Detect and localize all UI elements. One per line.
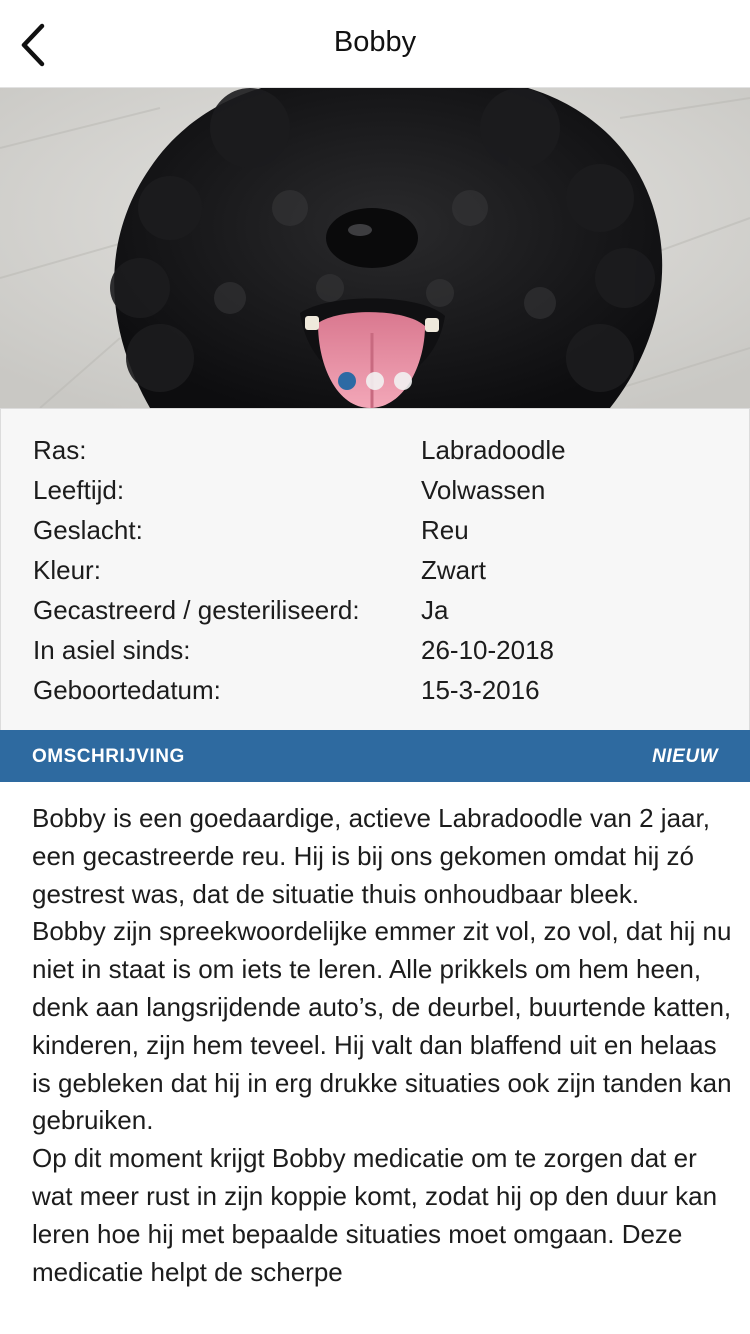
description-section-header: OMSCHRIJVING NIEUW [0, 730, 750, 782]
detail-value: Zwart [421, 555, 486, 585]
detail-row-leeftijd: Leeftijd: Volwassen [33, 475, 733, 515]
detail-row-geslacht: Geslacht: Reu [33, 515, 733, 555]
description-paragraph: Op dit moment krijgt Bobby medicatie om … [32, 1143, 718, 1287]
gallery-dot-2[interactable] [366, 372, 384, 390]
detail-row-ras: Ras: Labradoodle [33, 435, 733, 475]
nav-bar: Bobby [0, 0, 750, 88]
detail-value: 15-3-2016 [421, 675, 540, 705]
detail-label: Geboortedatum: [33, 675, 221, 705]
dog-photo [0, 88, 750, 408]
new-badge: NIEUW [652, 746, 718, 767]
section-title: OMSCHRIJVING [32, 746, 185, 767]
detail-row-asiel-sinds: In asiel sinds: 26-10-2018 [33, 635, 733, 675]
photo-gallery[interactable] [0, 88, 750, 408]
detail-label: Kleur: [33, 555, 101, 585]
page-title: Bobby [333, 26, 417, 58]
detail-label: In asiel sinds: [33, 635, 191, 665]
detail-label: Ras: [33, 435, 87, 465]
detail-row-kleur: Kleur: Zwart [33, 555, 733, 595]
detail-value: 26-10-2018 [421, 635, 554, 665]
detail-label: Leeftijd: [33, 475, 125, 505]
detail-value: Labradoodle [421, 435, 566, 465]
gallery-dot-3[interactable] [394, 372, 412, 390]
description-paragraph: Bobby is een goedaardige, actieve Labrad… [32, 803, 710, 909]
detail-value: Ja [421, 595, 449, 625]
detail-label: Geslacht: [33, 515, 143, 545]
detail-row-geboortedatum: Geboortedatum: 15-3-2016 [33, 675, 733, 715]
detail-row-gecastreerd: Gecastreerd / gesteriliseerd: Ja [33, 595, 733, 635]
gallery-dot-1[interactable] [338, 372, 356, 390]
details-panel: Ras: Labradoodle Leeftijd: Volwassen Ges… [0, 408, 750, 730]
description-text: Bobby is een goedaardige, actieve Labrad… [32, 800, 732, 1291]
detail-value: Reu [421, 515, 469, 545]
detail-label: Gecastreerd / gesteriliseerd: [33, 595, 360, 625]
description-paragraph: Bobby zijn spreekwoordelijke emmer zit v… [32, 916, 732, 1136]
gallery-pagination [0, 372, 750, 392]
detail-value: Volwassen [421, 475, 546, 505]
